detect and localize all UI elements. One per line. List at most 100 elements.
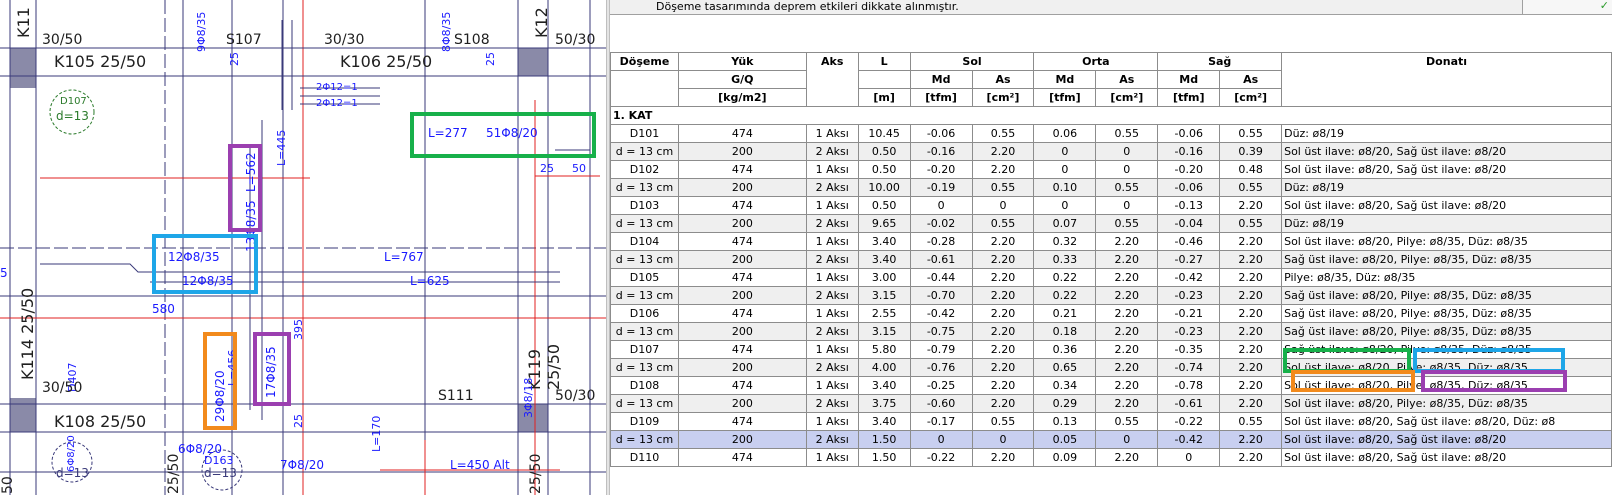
table-cell[interactable]: -0.06 [1157,178,1221,197]
table-cell[interactable]: 0 [1033,196,1097,215]
table-row[interactable]: D103 474 1 Aksı 0.50 0 0 0 0 -0.13 2.20 Sol üst il… [610,196,1612,215]
table-row[interactable]: d = 13 cm 200 2 Aksı 4.00 -0.76 2.20 0.65 2.20-… [610,358,1612,377]
table-cell[interactable]: 2.20 [1219,394,1283,413]
table-cell[interactable]: 2.20 [971,322,1035,341]
cell-reinforcement[interactable]: Sol üst ilave: ø8/20, Sağ üst ilave: ø8/… [1281,160,1612,179]
table-cell[interactable]: -0.75 [909,322,973,341]
table-cell[interactable]: 2.20 [1219,196,1283,215]
table-cell[interactable]: -0.60 [909,394,973,413]
table-cell[interactable]: -0.42 [909,304,973,323]
table-cell[interactable]: 0.55 [1219,124,1283,143]
table-cell[interactable]: 3.15 [857,322,911,341]
table-cell[interactable]: 2 Aksı [805,250,859,269]
table-cell[interactable]: -0.06 [1157,124,1221,143]
header-l[interactable]: L [857,52,911,71]
cell-slab-id[interactable]: d = 13 cm [610,322,679,341]
table-cell[interactable]: -0.79 [909,340,973,359]
cell-slab-id[interactable]: D110 [610,448,679,467]
table-cell[interactable]: 2.20 [971,250,1035,269]
table-cell[interactable]: -0.27 [1157,250,1221,269]
table-cell[interactable]: 4.00 [857,358,911,377]
cell-slab-id[interactable]: D108 [610,376,679,395]
table-cell[interactable]: -0.42 [1157,268,1221,287]
table-row[interactable]: D110 474 1 Aksı 1.50 -0.22 2.20 0.09 2.20 0 2.20 S… [610,448,1612,467]
header-sag[interactable]: Sağ [1157,52,1283,71]
table-cell[interactable]: 0.32 [1033,232,1097,251]
header-yuk[interactable]: Yük [677,52,807,71]
table-cell[interactable]: 3.40 [857,412,911,431]
table-cell[interactable]: 2.20 [1095,340,1159,359]
table-cell[interactable]: 0.07 [1033,214,1097,233]
cell-slab-id[interactable]: d = 13 cm [610,142,679,161]
table-cell[interactable]: 2.20 [1219,304,1283,323]
header-orta[interactable]: Orta [1033,52,1159,71]
cell-reinforcement[interactable]: Sol üst ilave: ø8/20, Pilye: ø8/35, Düz:… [1281,394,1612,413]
cell-slab-id[interactable]: D101 [610,124,679,143]
table-cell[interactable]: 1 Aksı [805,196,859,215]
table-cell[interactable]: 0.55 [1219,412,1283,431]
cell-slab-id[interactable]: d = 13 cm [610,214,679,233]
table-cell[interactable]: 2 Aksı [805,430,859,449]
table-cell[interactable]: -0.13 [1157,196,1221,215]
table-cell[interactable]: 0.48 [1219,160,1283,179]
table-cell[interactable]: 0 [1157,448,1221,467]
header-aks[interactable]: Aks [805,52,859,107]
table-cell[interactable]: -0.21 [1157,304,1221,323]
table-cell[interactable]: 2.20 [971,358,1035,377]
table-cell[interactable]: 2 Aksı [805,142,859,161]
table-cell[interactable]: -0.61 [909,250,973,269]
table-cell[interactable]: 2.20 [971,448,1035,467]
cell-reinforcement[interactable]: Sol üst ilave: ø8/20, Sağ üst ilave: ø8/… [1281,448,1612,467]
cell-slab-id[interactable]: d = 13 cm [610,250,679,269]
table-cell[interactable]: 1 Aksı [805,448,859,467]
table-cell[interactable]: -0.02 [909,214,973,233]
cell-reinforcement[interactable]: Sol üst ilave: ø8/20, Sağ üst ilave: ø8/… [1281,430,1612,449]
cell-reinforcement[interactable]: Sağ üst ilave: ø8/20, Pilye: ø8/35, Düz:… [1281,304,1612,323]
table-cell[interactable]: -0.42 [1157,430,1221,449]
table-cell[interactable]: 0.55 [1219,214,1283,233]
table-cell[interactable]: 200 [677,178,807,197]
cell-slab-id[interactable]: D109 [610,412,679,431]
table-row[interactable]: d = 13 cm 200 2 Aksı 1.50 0 0 0.05 0 -0.42 2.20 So… [610,430,1612,449]
table-cell[interactable]: 0.29 [1033,394,1097,413]
table-cell[interactable]: 1 Aksı [805,124,859,143]
table-cell[interactable]: -0.20 [909,160,973,179]
table-cell[interactable]: 474 [677,196,807,215]
cell-reinforcement[interactable]: Sol üst ilave: ø8/20, Pilye: ø8/35, Düz:… [1281,232,1612,251]
table-cell[interactable]: 200 [677,250,807,269]
table-cell[interactable]: 0.55 [1095,214,1159,233]
table-cell[interactable]: 1 Aksı [805,304,859,323]
table-cell[interactable]: 2.20 [1095,376,1159,395]
table-cell[interactable]: 2 Aksı [805,214,859,233]
table-cell[interactable]: -0.06 [909,124,973,143]
header-sol[interactable]: Sol [909,52,1035,71]
table-cell[interactable]: 200 [677,358,807,377]
table-cell[interactable]: 1 Aksı [805,340,859,359]
table-cell[interactable]: 2.20 [1095,250,1159,269]
cell-reinforcement[interactable]: Sağ üst ilave: ø8/20, Pilye: ø8/35, Düz:… [1281,340,1612,359]
table-cell[interactable]: 2.20 [971,232,1035,251]
cell-reinforcement[interactable]: Sağ üst ilave: ø8/20, Pilye: ø8/35, Düz:… [1281,322,1612,341]
table-cell[interactable]: 0 [971,430,1035,449]
table-cell[interactable]: 0 [1095,430,1159,449]
table-cell[interactable]: -0.78 [1157,376,1221,395]
table-cell[interactable]: -0.28 [909,232,973,251]
table-cell[interactable]: 0.50 [857,142,911,161]
cell-slab-id[interactable]: D103 [610,196,679,215]
table-cell[interactable]: -0.61 [1157,394,1221,413]
table-cell[interactable]: 2.55 [857,304,911,323]
table-cell[interactable]: 3.40 [857,232,911,251]
table-cell[interactable]: 1.50 [857,430,911,449]
table-row[interactable]: d = 13 cm 200 2 Aksı 0.50 -0.16 2.20 0 0 -0.16 0.… [610,142,1612,161]
table-cell[interactable]: 200 [677,322,807,341]
table-cell[interactable]: 0 [1033,160,1097,179]
table-row[interactable]: d = 13 cm 200 2 Aksı 10.00 -0.19 0.55 0.10 0.55… [610,178,1612,197]
table-cell[interactable]: 1 Aksı [805,376,859,395]
cell-reinforcement[interactable]: Sol üst ilave: ø8/20, Pilye: ø8/35, Düz:… [1281,358,1612,377]
cell-reinforcement[interactable]: Düz: ø8/19 [1281,178,1612,197]
table-cell[interactable]: 0 [1033,142,1097,161]
table-cell[interactable]: 0.21 [1033,304,1097,323]
table-cell[interactable]: 474 [677,124,807,143]
table-cell[interactable]: 2.20 [971,142,1035,161]
table-cell[interactable]: 200 [677,214,807,233]
